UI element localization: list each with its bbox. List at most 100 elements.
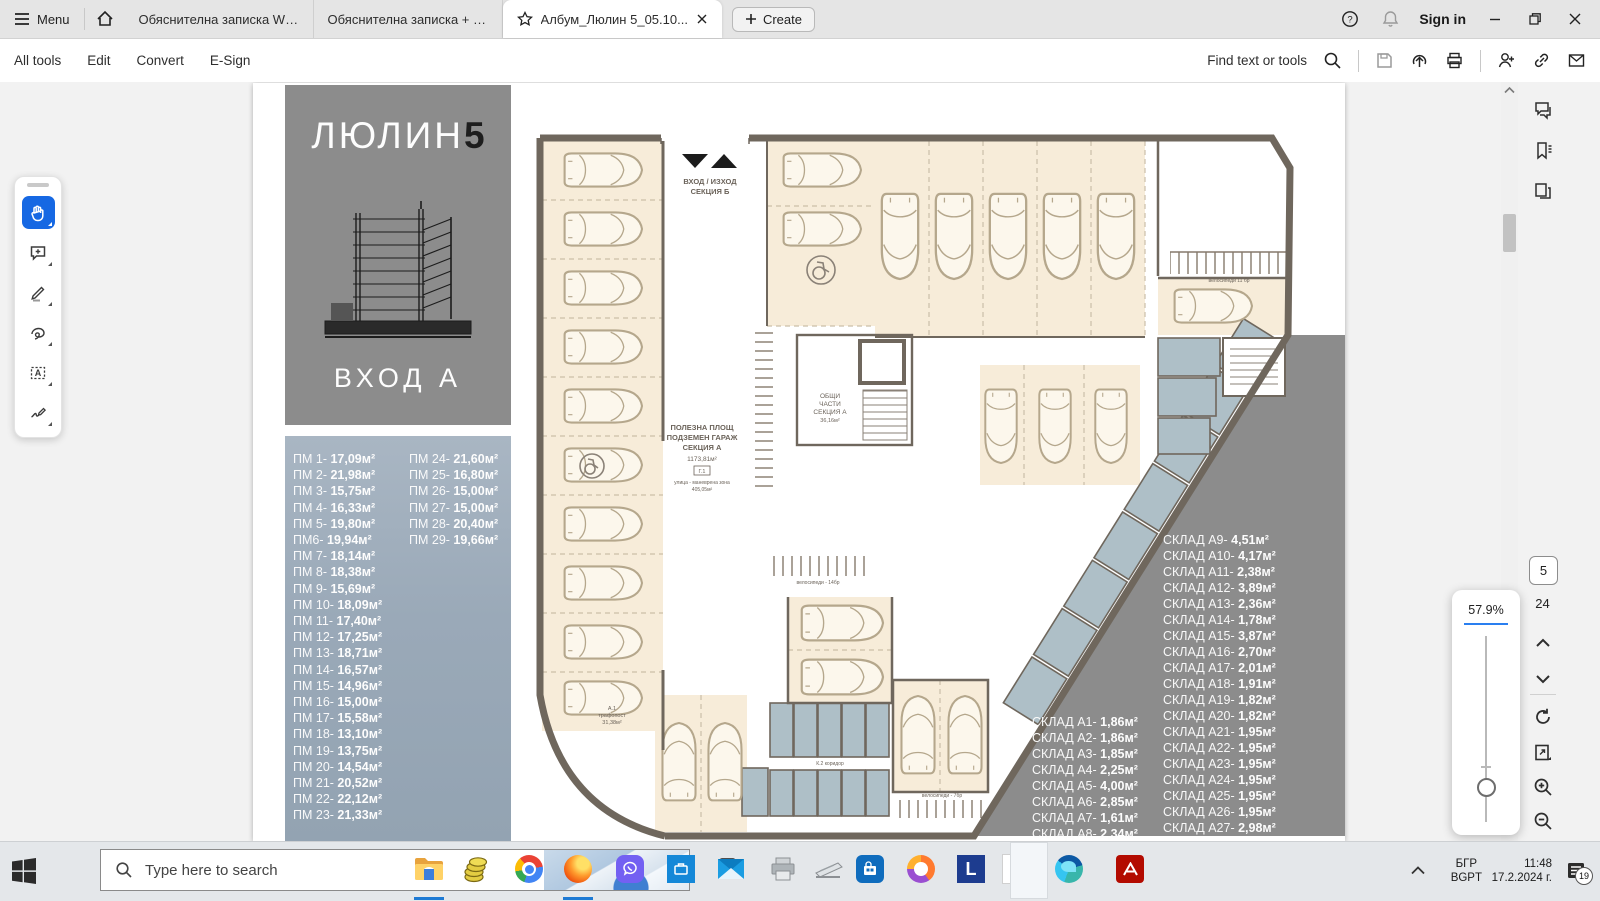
zoom-in-button[interactable] — [1530, 774, 1556, 800]
comments-panel-button[interactable] — [1530, 98, 1556, 124]
svg-text:улица - маневрена зона: улица - маневрена зона — [674, 480, 730, 486]
scanner-app-button[interactable] — [812, 852, 846, 886]
tray-chevron[interactable] — [1411, 841, 1425, 900]
taskbar-search[interactable]: Type here to search — [100, 849, 690, 891]
restore-icon — [1528, 12, 1542, 26]
tab-title: Албум_Люлин 5_05.10... — [541, 12, 688, 27]
storage-rows — [742, 703, 889, 816]
next-page-button[interactable] — [1530, 666, 1556, 692]
all-tools-menu[interactable]: All tools — [14, 53, 61, 68]
notification-center-button[interactable]: 19 — [1566, 841, 1588, 900]
link-icon[interactable] — [1532, 51, 1551, 70]
sklad-list-item: СКЛАД А9- 4,51м² — [1163, 532, 1276, 548]
pm-list-item: ПМ 26- 15,00м² — [409, 483, 498, 499]
zoom-out-button[interactable] — [1530, 808, 1556, 834]
comment-plus-icon — [29, 244, 47, 262]
edge-button[interactable] — [1052, 852, 1086, 886]
home-button[interactable] — [85, 0, 125, 38]
search-icon[interactable] — [1323, 51, 1342, 70]
firefox-button[interactable] — [561, 852, 595, 886]
scrollbar-thumb[interactable] — [1503, 214, 1516, 252]
notifications-button[interactable] — [1379, 8, 1401, 30]
add-comment-tool-button[interactable] — [22, 236, 55, 269]
edit-menu[interactable]: Edit — [87, 53, 110, 68]
sklad-list-item: СКЛАД А6- 2,85м² — [1032, 794, 1138, 810]
chevron-up-icon — [1535, 638, 1551, 648]
sklad-list-item: СКЛАД А2- 1,86м² — [1032, 730, 1138, 746]
close-tab-icon[interactable] — [696, 13, 708, 25]
current-page-input[interactable]: 5 — [1529, 556, 1558, 585]
viber-button[interactable] — [613, 852, 647, 886]
esign-menu[interactable]: E-Sign — [210, 53, 251, 68]
pm-list-item: ПМ 20- 14,54м² — [293, 759, 382, 775]
acrobat-button[interactable] — [1113, 852, 1147, 886]
minimize-button[interactable] — [1484, 8, 1506, 30]
printer-app-button[interactable] — [766, 852, 800, 886]
divider — [1530, 694, 1556, 695]
divider — [1480, 50, 1481, 72]
svg-text:СЕКЦИЯ А: СЕКЦИЯ А — [813, 409, 847, 416]
create-button[interactable]: Create — [732, 7, 815, 32]
ms-store-button[interactable] — [853, 852, 887, 886]
page-thumbnails-button[interactable] — [1530, 178, 1556, 204]
tab-document-3-active[interactable]: Албум_Люлин 5_05.10... — [503, 0, 722, 38]
sklad-list-item: СКЛАД А7- 1,61м² — [1032, 810, 1138, 826]
hand-icon — [29, 204, 47, 222]
save-icon[interactable] — [1375, 51, 1394, 70]
mail-button[interactable] — [714, 852, 748, 886]
scroll-up-arrow[interactable] — [1504, 86, 1515, 94]
hand-tool-button[interactable] — [22, 196, 55, 229]
fit-page-icon — [1533, 743, 1553, 763]
help-button[interactable]: ? — [1339, 8, 1361, 30]
bookmarks-panel-button[interactable] — [1530, 138, 1556, 164]
pm-list-item: ПМ 29- 19,66м² — [409, 532, 498, 548]
sklad-list-item: СКЛАД А20- 1,82м² — [1163, 708, 1276, 724]
highlight-tool-button[interactable] — [22, 276, 55, 309]
rotate-page-button[interactable] — [1530, 704, 1556, 730]
palette-drag-handle[interactable] — [27, 183, 49, 187]
firefox-icon — [564, 855, 592, 883]
dropdown-indicator — [48, 382, 52, 386]
svg-text:ВХОД / ИЗХОД: ВХОД / ИЗХОД — [683, 177, 737, 186]
l-app-button[interactable]: L — [954, 852, 988, 886]
chrome-button[interactable] — [512, 852, 546, 886]
tray-clock[interactable]: 11:4817.2.2024 г. — [1492, 841, 1552, 900]
print-icon[interactable] — [1445, 51, 1464, 70]
briefcase-app-button[interactable] — [664, 852, 698, 886]
chrome-icon — [515, 855, 543, 883]
pm-list-item: ПМ 22- 22,12м² — [293, 791, 382, 807]
previous-page-button[interactable] — [1530, 630, 1556, 656]
start-button[interactable] — [10, 857, 38, 885]
file-explorer-button[interactable] — [412, 852, 446, 886]
zoom-in-icon — [1533, 777, 1553, 797]
tray-language[interactable]: БГРBGPT — [1451, 841, 1482, 900]
select-text-tool-button[interactable]: A — [22, 356, 55, 389]
sign-in-button[interactable]: Sign in — [1419, 11, 1466, 27]
draw-tool-button[interactable] — [22, 316, 55, 349]
sklad-list-item: СКЛАД А24- 1,95м² — [1163, 772, 1276, 788]
coins-app-button[interactable] — [460, 852, 494, 886]
fill-sign-tool-button[interactable] — [22, 396, 55, 429]
zoom-percentage[interactable]: 57.9% — [1452, 603, 1520, 617]
pm-list-item: ПМ 13- 18,71м² — [293, 645, 382, 661]
pm-list-item: ПМ 18- 13,10м² — [293, 726, 382, 742]
find-text-label[interactable]: Find text or tools — [1207, 53, 1307, 68]
star-icon[interactable] — [517, 11, 533, 27]
restore-button[interactable] — [1524, 8, 1546, 30]
fit-page-button[interactable] — [1530, 740, 1556, 766]
menu-button[interactable]: Menu — [0, 0, 84, 38]
browser-ring-button[interactable] — [904, 852, 938, 886]
email-icon[interactable] — [1567, 51, 1586, 70]
tab-document-1[interactable]: Обяснителна записка WC7225_... — [125, 0, 314, 38]
upload-cloud-icon[interactable] — [1410, 51, 1429, 70]
bookmark-icon — [1532, 140, 1554, 162]
zoom-slider-tick — [1481, 766, 1491, 768]
search-placeholder: Type here to search — [145, 862, 278, 879]
convert-menu[interactable]: Convert — [137, 53, 184, 68]
zoom-slider-knob[interactable] — [1477, 778, 1496, 797]
file-explorer-icon — [414, 856, 444, 882]
request-signature-icon[interactable] — [1497, 51, 1516, 70]
close-window-button[interactable] — [1564, 8, 1586, 30]
tab-document-2[interactable]: Обяснителна записка + заверк... — [314, 0, 503, 38]
pm-list-item: ПМ 3- 15,75м² — [293, 483, 382, 499]
